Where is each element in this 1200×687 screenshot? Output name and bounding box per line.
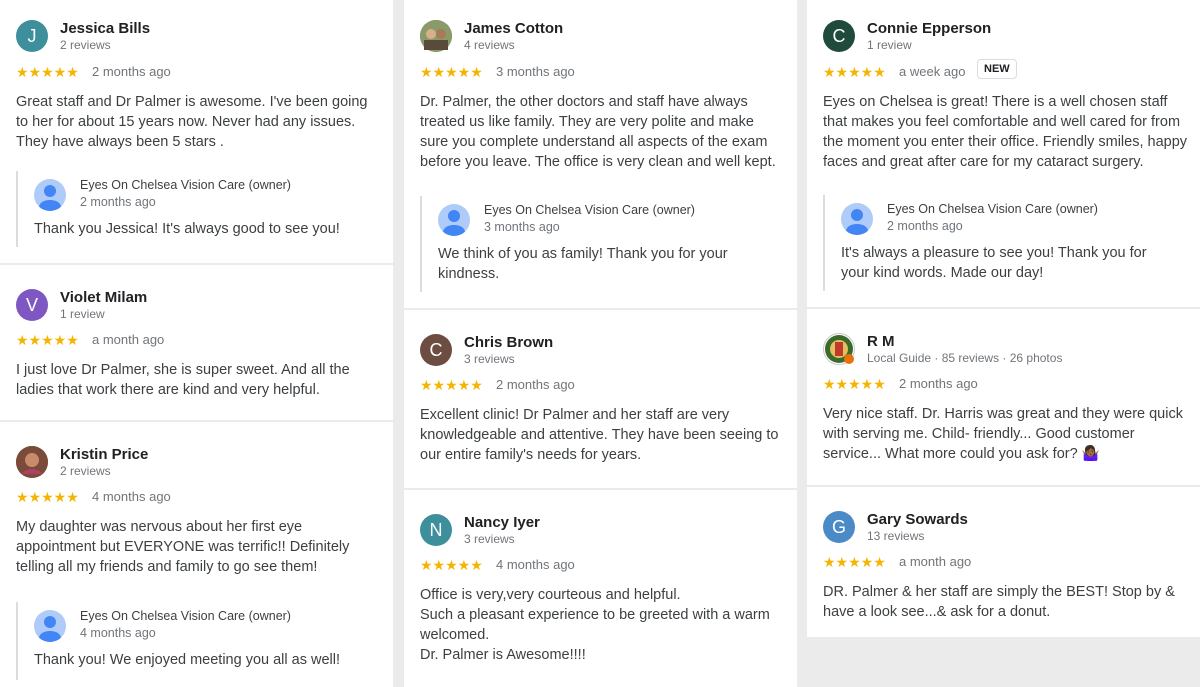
- avatar[interactable]: C: [420, 334, 452, 366]
- owner-reply: Eyes On Chelsea Vision Care (owner) 2 mo…: [823, 195, 1186, 291]
- star-rating: ★★★★★: [420, 557, 483, 573]
- star-rating: ★★★★★: [420, 64, 483, 80]
- star-rating: ★★★★★: [16, 332, 79, 348]
- owner-name: Eyes On Chelsea Vision Care (owner): [80, 609, 291, 623]
- avatar[interactable]: [420, 20, 452, 52]
- review-card: N Nancy Iyer 3 reviews ★★★★★ 4 months ag…: [404, 490, 797, 687]
- review-time: 2 months ago: [496, 377, 575, 392]
- review-card: Kristin Price 2 reviews ★★★★★ 4 months a…: [0, 422, 393, 687]
- reviewer-review-count: 1 review: [867, 38, 912, 52]
- reviewer-review-count: 2 reviews: [60, 38, 111, 52]
- review-card: C Connie Epperson 1 review ★★★★★ a week …: [807, 0, 1200, 307]
- reviewer-name[interactable]: Kristin Price: [60, 446, 148, 463]
- reviewer-name[interactable]: Jessica Bills: [60, 20, 150, 37]
- review-text: Great staff and Dr Palmer is awesome. I'…: [16, 94, 368, 150]
- review-time: a week ago: [899, 64, 966, 79]
- owner-avatar-icon: [438, 204, 470, 236]
- star-rating: ★★★★★: [420, 377, 483, 393]
- reviewer-name[interactable]: R M: [867, 333, 895, 350]
- reviewer-review-count: 13 reviews: [867, 529, 925, 543]
- review-card: R M Local Guide · 85 reviews · 26 photos…: [807, 309, 1200, 485]
- review-time: a month ago: [899, 554, 972, 569]
- avatar[interactable]: G: [823, 511, 855, 543]
- reviewer-name[interactable]: Nancy Iyer: [464, 514, 540, 531]
- review-text: DR. Palmer & her staff are simply the BE…: [823, 584, 1175, 620]
- owner-name: Eyes On Chelsea Vision Care (owner): [484, 203, 695, 217]
- owner-reply: Eyes On Chelsea Vision Care (owner) 4 mo…: [16, 602, 379, 680]
- reply-time: 3 months ago: [484, 220, 560, 234]
- local-guide-info: Local Guide · 85 reviews · 26 photos: [867, 351, 1063, 365]
- reviewer-review-count: 2 reviews: [60, 464, 111, 478]
- reply-text: Thank you Jessica! It's always good to s…: [34, 221, 340, 237]
- new-badge: NEW: [977, 59, 1017, 79]
- reviewer-name[interactable]: Gary Sowards: [867, 511, 968, 528]
- reviewer-review-count: 3 reviews: [464, 352, 515, 366]
- avatar[interactable]: C: [823, 20, 855, 52]
- review-time: 3 months ago: [496, 64, 575, 79]
- review-text: I just love Dr Palmer, she is super swee…: [16, 362, 350, 398]
- reviewer-name[interactable]: James Cotton: [464, 20, 563, 37]
- reply-time: 2 months ago: [887, 219, 963, 233]
- review-text: Office is very,very courteous and helpfu…: [420, 587, 770, 663]
- review-card: C Chris Brown 3 reviews ★★★★★ 2 months a…: [404, 310, 797, 488]
- review-card: V Violet Milam 1 review ★★★★★ a month ag…: [0, 265, 393, 420]
- review-text: My daughter was nervous about her first …: [16, 519, 350, 575]
- owner-name: Eyes On Chelsea Vision Care (owner): [887, 202, 1098, 216]
- reviewer-name[interactable]: Connie Epperson: [867, 20, 991, 37]
- avatar[interactable]: [823, 333, 855, 365]
- owner-avatar-icon: [841, 203, 873, 235]
- reply-text: Thank you! We enjoyed meeting you all as…: [34, 652, 341, 668]
- review-text: Very nice staff. Dr. Harris was great an…: [823, 406, 1183, 462]
- star-rating: ★★★★★: [823, 64, 886, 80]
- star-rating: ★★★★★: [823, 554, 886, 570]
- reviewer-review-count: 4 reviews: [464, 38, 515, 52]
- reviewer-name[interactable]: Chris Brown: [464, 334, 553, 351]
- reply-text: We think of you as family! Thank you for…: [438, 246, 728, 282]
- owner-avatar-icon: [34, 610, 66, 642]
- review-card: G Gary Sowards 13 reviews ★★★★★ a month …: [807, 487, 1200, 637]
- owner-reply: Eyes On Chelsea Vision Care (owner) 2 mo…: [16, 171, 379, 247]
- reply-time: 4 months ago: [80, 626, 156, 640]
- review-card: J Jessica Bills 2 reviews ★★★★★ 2 months…: [0, 0, 393, 263]
- avatar[interactable]: N: [420, 514, 452, 546]
- reviewer-name[interactable]: Violet Milam: [60, 289, 147, 306]
- avatar[interactable]: J: [16, 20, 48, 52]
- avatar[interactable]: [16, 446, 48, 478]
- review-time: 2 months ago: [899, 376, 978, 391]
- reviewer-review-count: 3 reviews: [464, 532, 515, 546]
- review-time: a month ago: [92, 332, 165, 347]
- owner-avatar-icon: [34, 179, 66, 211]
- reply-time: 2 months ago: [80, 195, 156, 209]
- review-time: 4 months ago: [496, 557, 575, 572]
- review-time: 2 months ago: [92, 64, 171, 79]
- reviewer-review-count: 1 review: [60, 307, 105, 321]
- star-rating: ★★★★★: [16, 489, 79, 505]
- star-rating: ★★★★★: [823, 376, 886, 392]
- avatar[interactable]: V: [16, 289, 48, 321]
- star-rating: ★★★★★: [16, 64, 79, 80]
- owner-reply: Eyes On Chelsea Vision Care (owner) 3 mo…: [420, 196, 783, 292]
- review-text: Eyes on Chelsea is great! There is a wel…: [823, 94, 1188, 170]
- review-text: Excellent clinic! Dr Palmer and her staf…: [420, 407, 779, 463]
- owner-name: Eyes On Chelsea Vision Care (owner): [80, 178, 291, 192]
- reply-text: It's always a pleasure to see you! Thank…: [841, 245, 1147, 281]
- review-time: 4 months ago: [92, 489, 171, 504]
- review-text: Dr. Palmer, the other doctors and staff …: [420, 94, 776, 170]
- review-card: James Cotton 4 reviews ★★★★★ 3 months ag…: [404, 0, 797, 308]
